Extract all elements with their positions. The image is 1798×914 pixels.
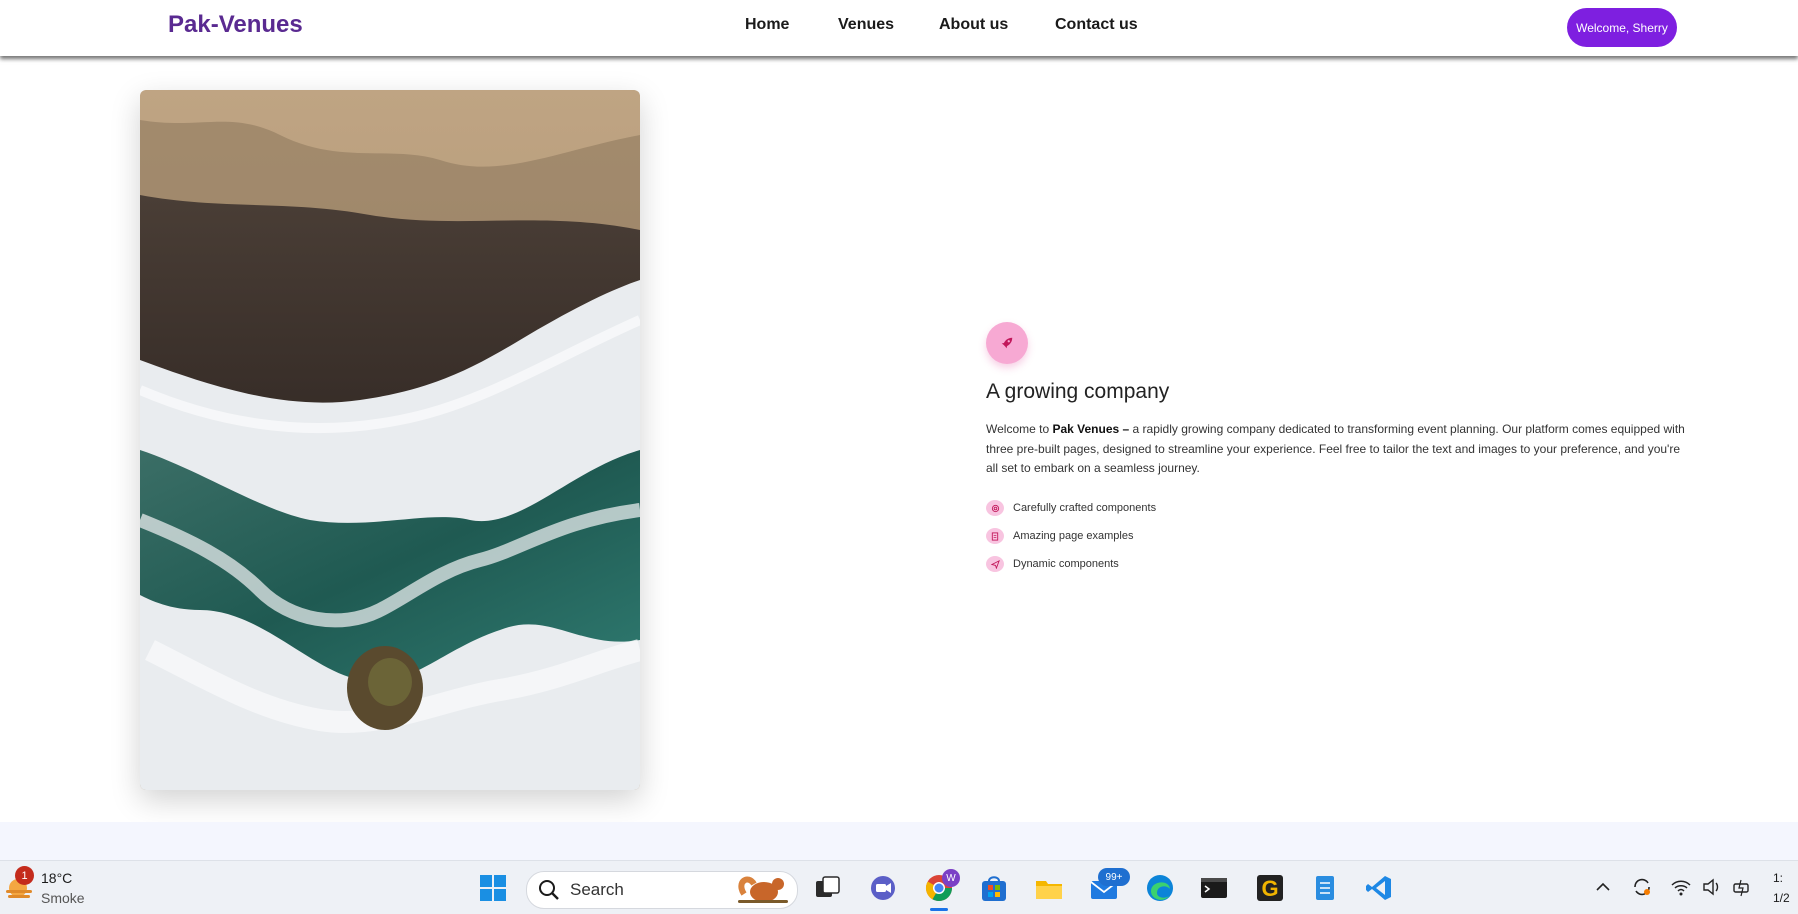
rocket-icon (986, 322, 1028, 364)
battery-charging-icon[interactable] (1731, 876, 1753, 898)
chrome-profile-badge: W (942, 869, 960, 887)
nav-contact-us[interactable]: Contact us (1055, 16, 1138, 34)
weather-notification-badge: 1 (15, 866, 34, 885)
feature-item: Dynamic components (986, 555, 1119, 573)
feature-label: Amazing page examples (1013, 530, 1134, 542)
aerial-beach-image (140, 90, 640, 790)
mail-unread-badge: 99+ (1098, 868, 1130, 886)
feature-label: Carefully crafted components (1013, 502, 1157, 514)
section-description: Welcome to Pak Venues – a rapidly growin… (986, 422, 1685, 475)
top-navbar: Pak-Venues Home Venues About us Contact … (0, 0, 1798, 56)
weather-temperature: 18°C (41, 870, 73, 886)
section-title: A growing company (986, 380, 1170, 403)
search-highlight-squirrel-icon (738, 876, 788, 903)
search-placeholder: Search (570, 880, 624, 899)
feature-item: Amazing page examples (986, 527, 1133, 545)
search-icon (539, 880, 559, 900)
feature-item: Carefully crafted components (986, 499, 1156, 517)
windows-taskbar (0, 860, 1798, 914)
feature-label: Dynamic components (1013, 558, 1119, 570)
nav-venues[interactable]: Venues (838, 16, 894, 34)
teams-chat-icon[interactable] (868, 873, 898, 903)
clock-time[interactable]: 1: (1773, 871, 1783, 885)
terminal-icon[interactable] (1199, 873, 1229, 903)
brand-logo[interactable]: Pak-Venues (168, 11, 303, 39)
sync-icon[interactable] (1631, 876, 1653, 898)
svg-text:G: G (1261, 876, 1278, 901)
nav-about-us[interactable]: About us (939, 16, 1008, 34)
file-explorer-icon[interactable] (1034, 873, 1064, 903)
wifi-icon[interactable] (1670, 876, 1692, 898)
gaming-g-icon[interactable]: G (1255, 873, 1285, 903)
hero-image (140, 90, 640, 790)
send-icon (986, 556, 1004, 572)
windows-start-icon[interactable] (478, 873, 508, 903)
vscode-icon[interactable] (1364, 873, 1394, 903)
active-app-indicator (930, 908, 948, 911)
clock-date[interactable]: 1/2 (1773, 891, 1790, 905)
fingerprint-icon (986, 500, 1004, 516)
task-view-icon[interactable] (813, 873, 843, 903)
page-footer-band (0, 822, 1798, 860)
weather-condition: Smoke (41, 890, 85, 906)
chevron-up-icon[interactable] (1592, 876, 1614, 898)
notepad-icon[interactable] (1310, 873, 1340, 903)
document-icon (986, 528, 1004, 544)
edge-icon[interactable] (1145, 873, 1175, 903)
microsoft-store-icon[interactable] (979, 873, 1009, 903)
welcome-user-button[interactable]: Welcome, Sherry (1567, 8, 1677, 47)
volume-icon[interactable] (1701, 876, 1723, 898)
nav-home[interactable]: Home (745, 16, 789, 34)
